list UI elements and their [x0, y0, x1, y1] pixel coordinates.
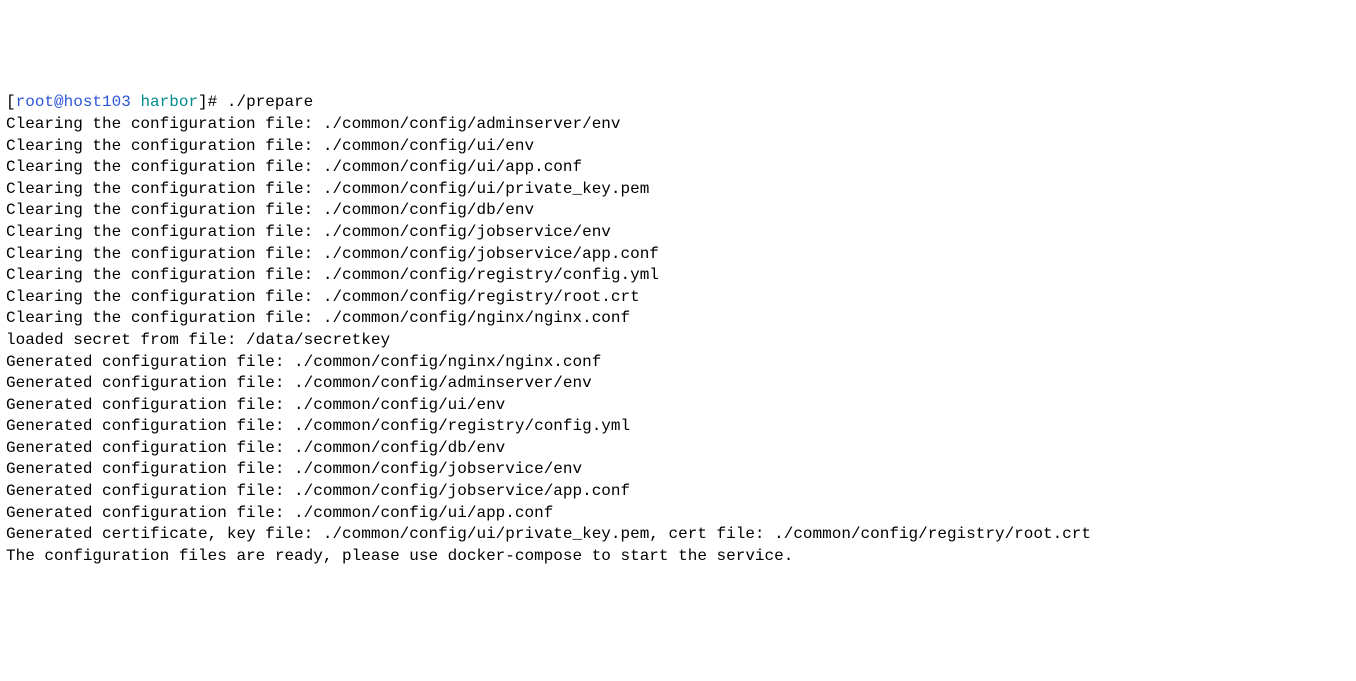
- prompt-close-bracket: ]#: [198, 93, 227, 111]
- terminal-output-line: loaded secret from file: /data/secretkey: [6, 330, 1350, 352]
- terminal-output-line: Clearing the configuration file: ./commo…: [6, 157, 1350, 179]
- terminal-prompt-line[interactable]: [root@host103 harbor]# ./prepare: [6, 92, 1350, 114]
- terminal-output-line: Generated configuration file: ./common/c…: [6, 395, 1350, 417]
- terminal-output-line: Clearing the configuration file: ./commo…: [6, 136, 1350, 158]
- terminal-output-line: Generated configuration file: ./common/c…: [6, 459, 1350, 481]
- terminal-output-line: Clearing the configuration file: ./commo…: [6, 287, 1350, 309]
- terminal-output-line: Clearing the configuration file: ./commo…: [6, 308, 1350, 330]
- terminal-output-line: Generated certificate, key file: ./commo…: [6, 524, 1350, 546]
- prompt-command: ./prepare: [227, 93, 313, 111]
- terminal-output-line: The configuration files are ready, pleas…: [6, 546, 1350, 568]
- prompt-user-host: root@host103: [16, 93, 131, 111]
- prompt-path: harbor: [140, 93, 198, 111]
- terminal-output-line: Clearing the configuration file: ./commo…: [6, 179, 1350, 201]
- terminal-output-line: Generated configuration file: ./common/c…: [6, 481, 1350, 503]
- terminal-output-line: Clearing the configuration file: ./commo…: [6, 265, 1350, 287]
- terminal-output-line: Generated configuration file: ./common/c…: [6, 416, 1350, 438]
- prompt-open-bracket: [: [6, 93, 16, 111]
- prompt-space: [131, 93, 141, 111]
- terminal-output: Clearing the configuration file: ./commo…: [6, 114, 1350, 567]
- terminal-output-line: Clearing the configuration file: ./commo…: [6, 222, 1350, 244]
- terminal-output-line: Generated configuration file: ./common/c…: [6, 352, 1350, 374]
- terminal-output-line: Clearing the configuration file: ./commo…: [6, 200, 1350, 222]
- terminal-output-line: Generated configuration file: ./common/c…: [6, 438, 1350, 460]
- terminal-output-line: Clearing the configuration file: ./commo…: [6, 114, 1350, 136]
- terminal-output-line: Generated configuration file: ./common/c…: [6, 503, 1350, 525]
- terminal-output-line: Generated configuration file: ./common/c…: [6, 373, 1350, 395]
- terminal-output-line: Clearing the configuration file: ./commo…: [6, 244, 1350, 266]
